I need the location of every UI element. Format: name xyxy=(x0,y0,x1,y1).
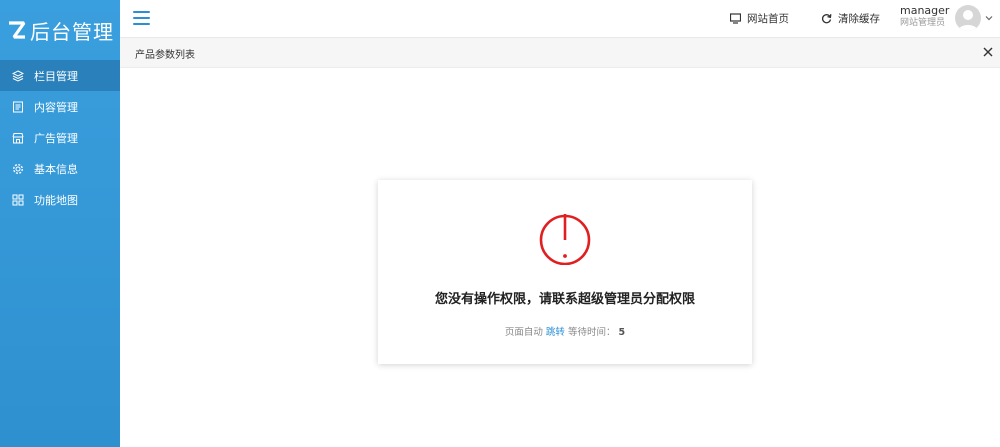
site-home-label: 网站首页 xyxy=(747,13,789,25)
menu-toggle-icon[interactable] xyxy=(133,11,150,26)
sidebar-item-basic-info[interactable]: 基本信息 xyxy=(0,153,120,184)
sidebar-item-column-management[interactable]: 栏目管理 xyxy=(0,60,120,91)
redirect-info: 页面自动 跳转 等待时间： 5 xyxy=(378,324,752,338)
site-home-link[interactable]: 网站首页 xyxy=(730,11,789,26)
user-role: 网站管理员 xyxy=(900,17,946,28)
gear-icon xyxy=(12,163,24,174)
sidebar: 后台管理 栏目管理 内容管理 广告管理 基本信息 功能地图 xyxy=(0,0,120,447)
sidebar-item-label: 功能地图 xyxy=(34,193,78,207)
wait-label: 等待时间： xyxy=(567,327,616,338)
user-avatar-icon xyxy=(958,10,978,31)
app-logo[interactable]: 后台管理 xyxy=(0,0,120,60)
clear-cache-label: 清除缓存 xyxy=(838,13,880,25)
sidebar-item-label: 广告管理 xyxy=(34,131,78,145)
sidebar-item-content-management[interactable]: 内容管理 xyxy=(0,91,120,122)
refresh-icon xyxy=(821,14,832,24)
exclamation-circle-icon xyxy=(539,214,591,265)
tab-bar: 产品参数列表 xyxy=(120,38,1000,68)
sidebar-item-label: 内容管理 xyxy=(34,100,78,114)
countdown-seconds: 5 xyxy=(618,327,626,338)
sidebar-item-function-map[interactable]: 功能地图 xyxy=(0,184,120,215)
logo-z-icon xyxy=(9,21,26,39)
shop-icon xyxy=(12,132,24,143)
sidebar-item-label: 基本信息 xyxy=(34,162,78,176)
top-header: 网站首页 清除缓存 manager 网站管理员 xyxy=(120,0,1000,38)
user-name: manager xyxy=(900,4,950,17)
logo-text: 后台管理 xyxy=(30,19,114,44)
sidebar-item-label: 栏目管理 xyxy=(34,69,78,83)
grid-icon xyxy=(12,194,24,205)
monitor-icon xyxy=(730,13,741,24)
chevron-down-icon[interactable] xyxy=(984,13,994,23)
layers-icon xyxy=(12,69,24,82)
jump-link[interactable]: 跳转 xyxy=(546,327,565,338)
avatar[interactable] xyxy=(955,5,981,31)
permission-message: 您没有操作权限，请联系超级管理员分配权限 xyxy=(434,292,695,307)
main-content: 您没有操作权限，请联系超级管理员分配权限 页面自动 跳转 等待时间： 5 xyxy=(120,68,1000,447)
user-info[interactable]: manager 网站管理员 xyxy=(900,4,950,28)
tab-product-params[interactable]: 产品参数列表 xyxy=(135,46,195,61)
close-icon[interactable] xyxy=(982,46,994,58)
document-icon xyxy=(13,101,23,112)
permission-notice-card: 您没有操作权限，请联系超级管理员分配权限 页面自动 跳转 等待时间： 5 xyxy=(378,180,752,364)
redirect-prefix: 页面自动 xyxy=(504,327,543,338)
clear-cache-link[interactable]: 清除缓存 xyxy=(821,11,880,26)
sidebar-item-ad-management[interactable]: 广告管理 xyxy=(0,122,120,153)
